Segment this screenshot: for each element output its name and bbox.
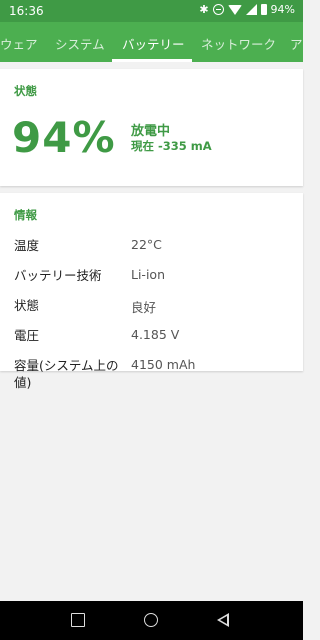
tab-indicator: [112, 59, 192, 62]
info-value: 4.185 V: [131, 327, 180, 342]
info-card: 情報 温度 22°C バッテリー技術 Li-ion 状態 良好 電圧 4.185…: [0, 193, 303, 390]
battery-percent: 94%: [270, 3, 295, 16]
status-icons: ✱ 94%: [199, 3, 295, 16]
battery-level: 94%: [12, 113, 116, 162]
home-button[interactable]: [144, 613, 158, 627]
info-value: Li-ion: [131, 267, 165, 282]
status-bar: 16:36 ✱ 94%: [0, 0, 303, 22]
info-label: 状態: [14, 298, 40, 313]
info-value: 22°C: [131, 237, 162, 252]
info-label: 温度: [14, 238, 40, 253]
tab-next[interactable]: ア: [290, 34, 303, 53]
tab-network[interactable]: ネットワーク: [201, 34, 276, 53]
info-label: 容量(システム上の値): [14, 358, 119, 390]
charge-state: 放電中: [131, 124, 171, 139]
battery-icon: [260, 4, 267, 15]
info-card-title: 情報: [14, 208, 37, 222]
recents-button[interactable]: [71, 613, 85, 627]
tab-bar: ウェア システム バッテリー ネットワーク ア: [0, 22, 303, 62]
info-label: バッテリー技術: [14, 268, 102, 283]
status-card: 状態 94% 放電中 現在 -335 mA: [0, 69, 303, 186]
signal-icon: [245, 4, 257, 15]
do-not-disturb-icon: [212, 4, 224, 15]
navigation-bar: [0, 601, 303, 640]
wifi-icon: [227, 4, 242, 15]
clock: 16:36: [9, 4, 44, 18]
current-draw: 現在 -335 mA: [131, 139, 212, 153]
tab-hardware[interactable]: ウェア: [0, 34, 38, 53]
info-value: 良好: [131, 300, 157, 315]
info-label: 電圧: [14, 328, 40, 343]
bluetooth-icon: ✱: [199, 3, 209, 16]
tab-battery[interactable]: バッテリー: [122, 34, 185, 53]
back-button[interactable]: [217, 613, 229, 627]
tab-system[interactable]: システム: [55, 34, 105, 53]
status-card-title: 状態: [14, 84, 37, 98]
info-value: 4150 mAh: [131, 357, 196, 372]
